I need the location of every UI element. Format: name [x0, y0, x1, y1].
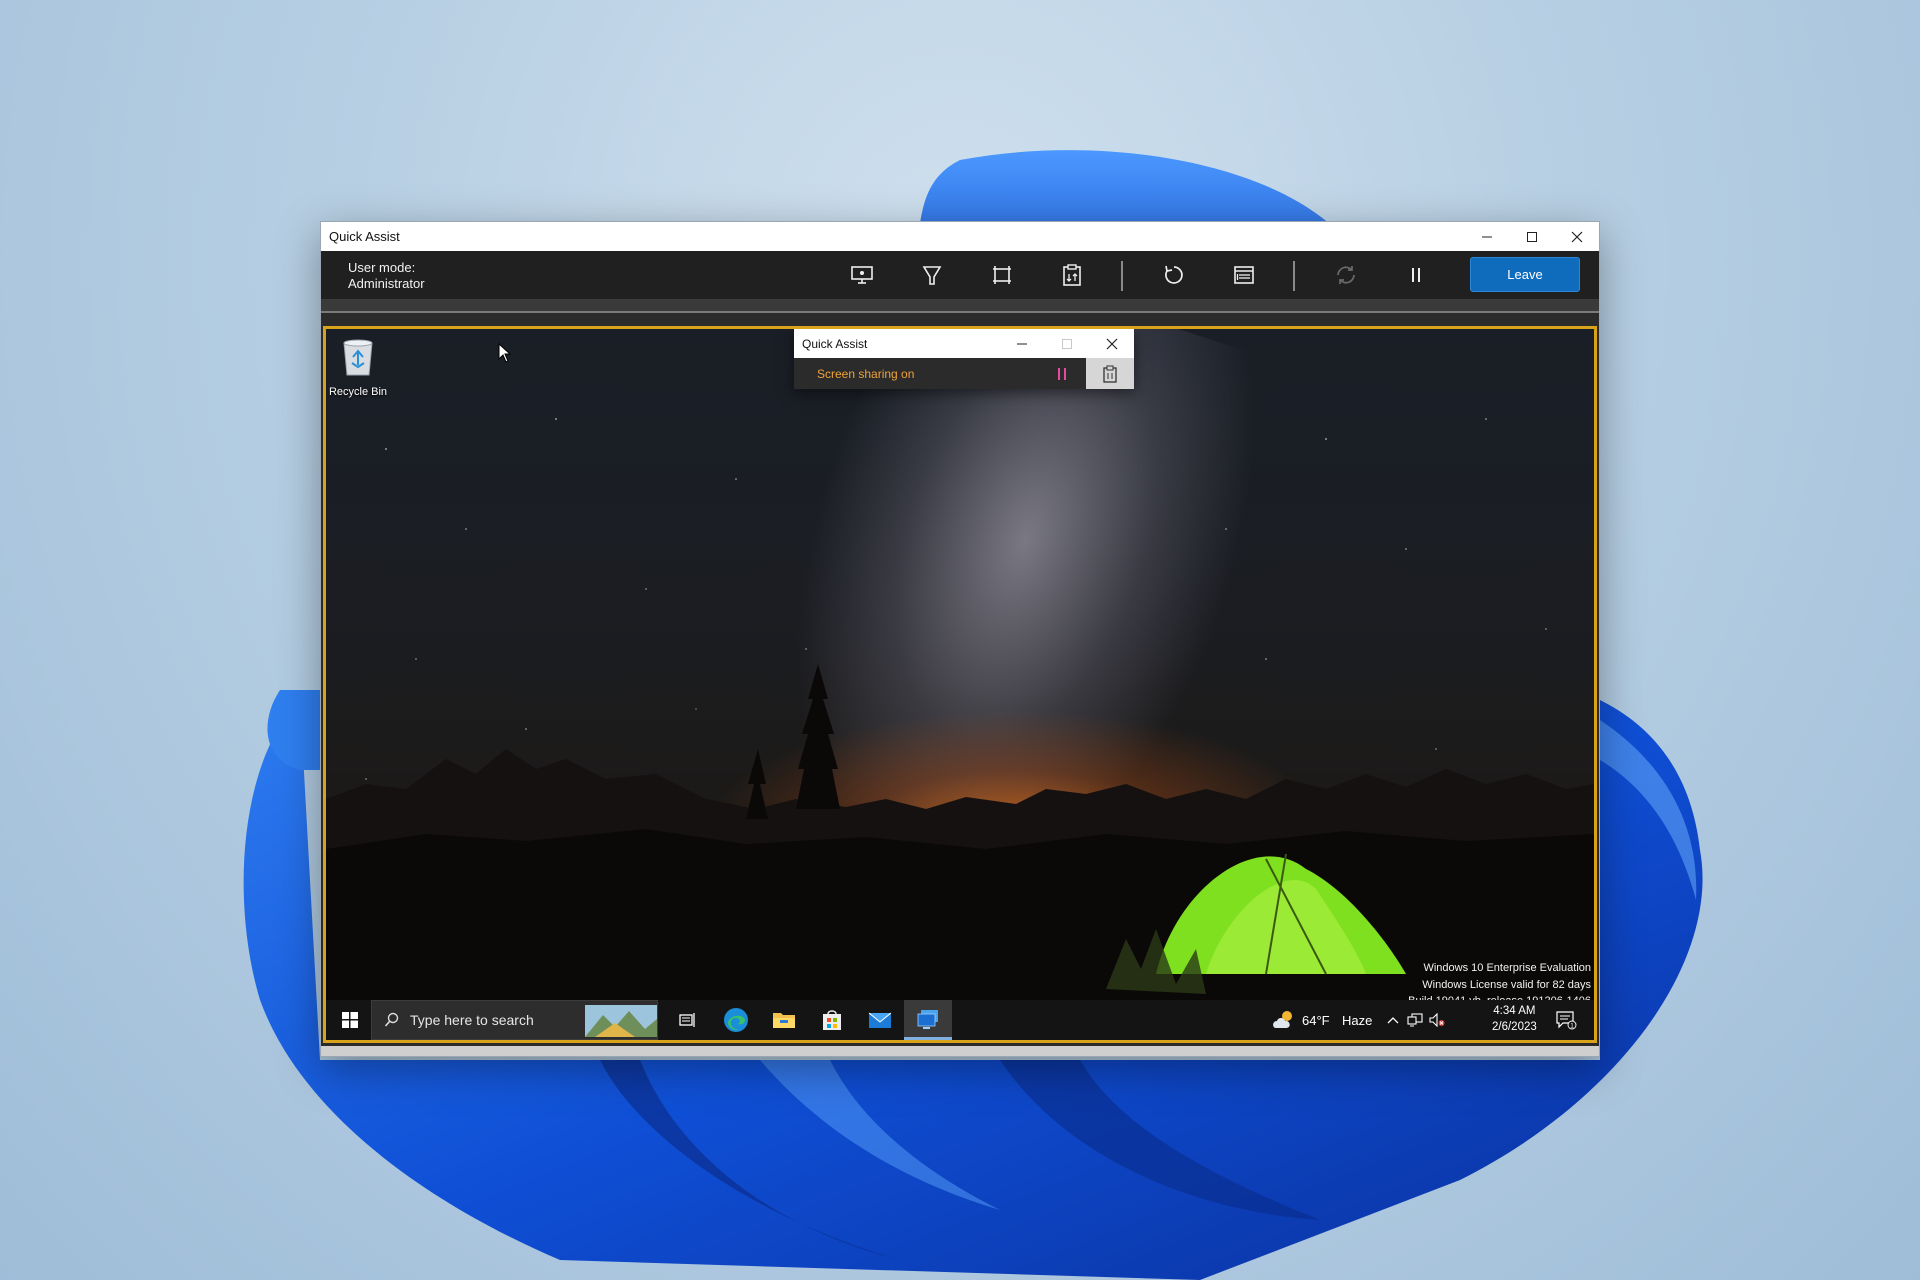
user-mode: User mode: Administrator — [348, 260, 425, 292]
quick-assist-taskbar-button[interactable] — [904, 1000, 952, 1040]
toolbar: User mode: Administrator Leave — [321, 251, 1599, 299]
minimize-icon — [1481, 236, 1492, 237]
volume-button[interactable] — [1426, 1000, 1448, 1040]
instruction-channel-button[interactable] — [1086, 358, 1134, 389]
watermark-license: Windows License valid for 82 days — [1422, 978, 1591, 991]
search-highlight-art — [585, 1005, 657, 1037]
mini-minimize-button[interactable] — [999, 329, 1044, 358]
window-bottom-bar — [321, 1046, 1599, 1056]
maximize-icon — [1526, 231, 1537, 242]
toolbar-divider — [321, 299, 1599, 313]
reconnect-icon — [1337, 266, 1355, 284]
remote-desktop-view[interactable]: Recycle Bin Quick Assist Screen sharing … — [323, 326, 1597, 1043]
mini-maximize-button — [1044, 329, 1089, 358]
minimize-icon — [1016, 343, 1027, 344]
restart-icon — [1165, 265, 1183, 284]
edge-button[interactable] — [712, 1000, 760, 1040]
recycle-bin[interactable]: Recycle Bin — [328, 335, 388, 398]
select-monitor-button[interactable] — [839, 251, 885, 299]
annotate-button[interactable] — [909, 251, 955, 299]
weather-icon — [1273, 1011, 1292, 1028]
search-icon — [384, 1012, 399, 1027]
chevron-up-icon — [1387, 1017, 1399, 1024]
instruction-channel-button[interactable] — [1049, 251, 1095, 299]
wallpaper-scenery — [326, 418, 1594, 1040]
file-explorer-icon — [773, 1013, 795, 1028]
close-icon — [1106, 338, 1117, 349]
sharer-quick-assist-window: Quick Assist Screen sharing on — [794, 329, 1134, 389]
restart-button[interactable] — [1151, 251, 1197, 299]
user-mode-label: User mode: — [348, 260, 416, 275]
pause-button[interactable] — [1393, 251, 1439, 299]
task-view-icon — [679, 1013, 695, 1027]
weather-temperature[interactable]: 64°F — [1302, 1013, 1330, 1028]
mini-close-button[interactable] — [1089, 329, 1134, 358]
mini-window-title: Quick Assist — [802, 336, 868, 351]
action-center-button[interactable]: 1 — [1546, 1000, 1586, 1040]
quick-assist-window: Quick Assist User mode: Administrator Le… — [320, 221, 1600, 1057]
remote-taskbar: Type here to search 64°F Haze 4:34 AM 2/… — [326, 1000, 1594, 1040]
show-hidden-icons-button[interactable] — [1382, 1000, 1404, 1040]
user-mode-value: Administrator — [348, 276, 425, 291]
actual-size-icon — [993, 266, 1011, 284]
leave-button[interactable]: Leave — [1470, 257, 1580, 292]
edge-icon — [724, 1008, 748, 1032]
screen-sharing-status: Screen sharing on — [817, 367, 915, 381]
select-monitor-icon — [851, 266, 873, 284]
start-icon — [342, 1012, 358, 1028]
watermark-edition: Windows 10 Enterprise Evaluation — [1423, 962, 1591, 974]
taskbar-clock[interactable]: 4:34 AM 2/6/2023 — [1492, 1003, 1537, 1035]
quick-assist-icon — [917, 1009, 938, 1029]
actual-size-button[interactable] — [979, 251, 1025, 299]
pause-icon — [1412, 268, 1420, 282]
pause-sharing-button[interactable] — [1050, 362, 1074, 386]
task-manager-button[interactable] — [1221, 251, 1267, 299]
sharing-status-bar: Screen sharing on — [794, 358, 1134, 389]
store-button[interactable] — [808, 1000, 856, 1040]
maximize-icon — [1061, 338, 1072, 349]
volume-muted-icon — [1429, 1013, 1445, 1027]
pause-icon — [1058, 368, 1066, 380]
toolbar-separator — [1121, 261, 1123, 291]
start-button[interactable] — [326, 1000, 374, 1040]
taskbar-search-box[interactable]: Type here to search — [371, 1000, 658, 1040]
reconnect-button[interactable] — [1323, 251, 1369, 299]
annotate-icon — [922, 266, 942, 285]
network-button[interactable] — [1404, 1000, 1426, 1040]
toolbar-separator — [1293, 261, 1295, 291]
store-icon — [823, 1010, 841, 1030]
recycle-bin-icon — [343, 339, 373, 376]
toggle-instruction-channel-icon — [1063, 264, 1081, 286]
mini-title-bar: Quick Assist — [794, 329, 1134, 358]
title-bar: Quick Assist — [321, 222, 1599, 251]
notification-icon: 1 — [1556, 1011, 1577, 1030]
clipboard-icon — [1103, 365, 1117, 383]
network-icon — [1407, 1013, 1423, 1027]
clock-date: 2/6/2023 — [1492, 1021, 1537, 1033]
recycle-bin-label: Recycle Bin — [328, 386, 388, 398]
task-manager-icon — [1234, 266, 1254, 284]
window-title: Quick Assist — [329, 229, 400, 244]
close-button[interactable] — [1554, 222, 1599, 251]
close-icon — [1571, 231, 1582, 242]
task-view-button[interactable] — [664, 1000, 712, 1040]
mail-icon — [868, 1012, 892, 1028]
maximize-button[interactable] — [1509, 222, 1554, 251]
clock-time: 4:34 AM — [1493, 1005, 1536, 1017]
file-explorer-button[interactable] — [760, 1000, 808, 1040]
search-placeholder: Type here to search — [410, 1012, 534, 1028]
mail-button[interactable] — [856, 1000, 904, 1040]
minimize-button[interactable] — [1464, 222, 1509, 251]
mouse-cursor-icon — [498, 343, 512, 363]
weather-condition[interactable]: Haze — [1342, 1013, 1372, 1028]
